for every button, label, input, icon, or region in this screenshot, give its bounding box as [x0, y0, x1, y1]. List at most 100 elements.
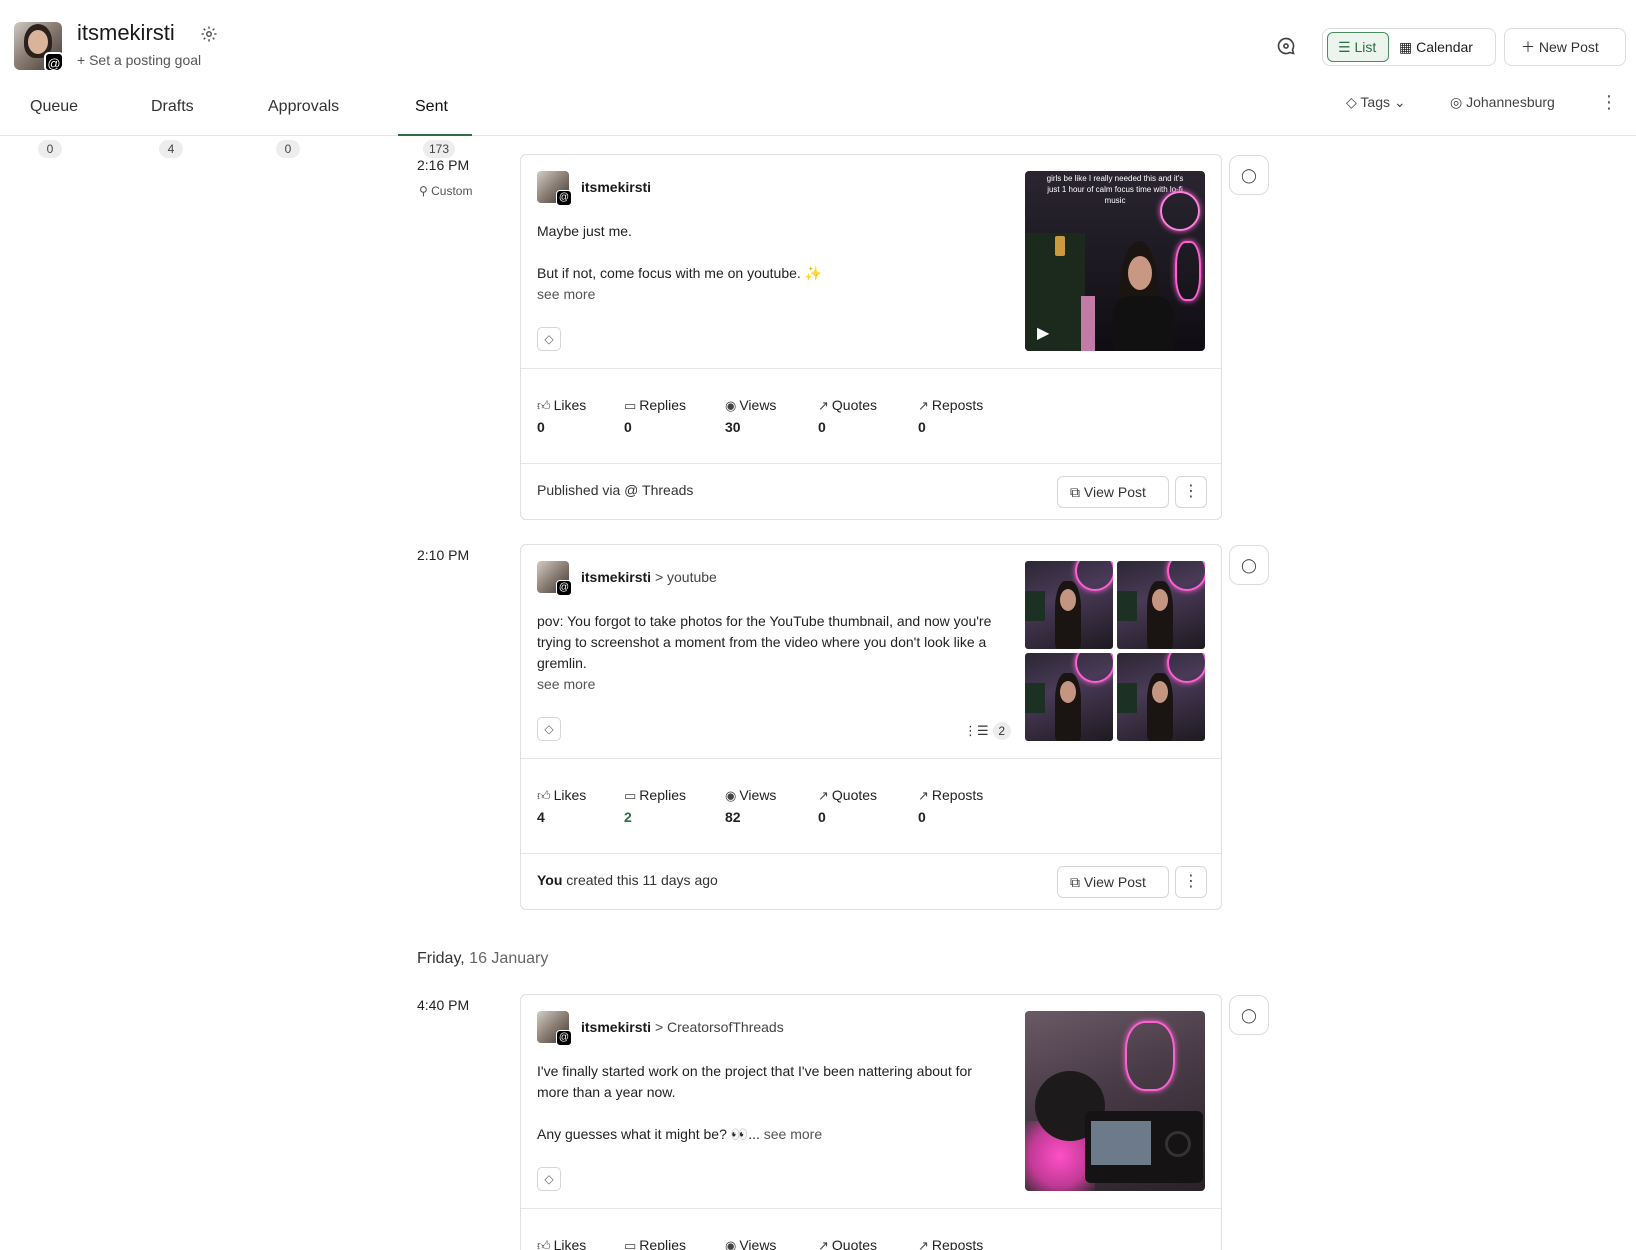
thumbs-up-icon: 👍︎	[537, 398, 551, 413]
see-more-link[interactable]: see more	[537, 674, 997, 695]
see-more-link[interactable]: see more	[537, 284, 997, 305]
tab-count: 0	[276, 140, 300, 158]
list-view-button[interactable]: ☰ List	[1327, 32, 1389, 62]
list-icon: ☰	[1338, 39, 1351, 55]
add-tag-button[interactable]: ◇	[537, 327, 561, 351]
post-menu-button[interactable]: ⋮	[1175, 866, 1207, 898]
plus-icon: ＋	[1521, 39, 1535, 55]
stat-reposts: ↗ Reposts 0	[918, 787, 984, 825]
comment-button[interactable]: ◯	[1229, 995, 1269, 1035]
kebab-icon: ⋮	[1183, 873, 1199, 890]
post-stats: 👍︎ Likes 4 ▭ Replies 2 ◉ Views 82 ↗ Quotes 0 ↗ Re…	[521, 759, 1221, 854]
post-footer-text: You created this 11 days ago	[537, 872, 718, 888]
post-author: itsmekirsti	[581, 179, 652, 195]
reply-icon: ▭	[624, 788, 637, 803]
threads-icon: @	[556, 1030, 572, 1046]
stat-likes: 👍︎ Likes 0	[537, 397, 587, 435]
reply-icon: ▭	[624, 1238, 637, 1250]
post-card: @ itsmekirsti > youtube pov: You forgot …	[520, 544, 1222, 910]
see-more-link[interactable]: see more	[764, 1126, 822, 1142]
post-image[interactable]	[1025, 561, 1113, 649]
view-post-button[interactable]: ⧉ View Post	[1057, 476, 1169, 508]
trending-icon: ↗	[818, 398, 829, 413]
tab-drafts[interactable]: Drafts4	[151, 86, 194, 158]
stat-quotes: ↗ Quotes 0	[818, 787, 878, 825]
set-posting-goal-link[interactable]: + Set a posting goal	[77, 52, 201, 68]
stat-reposts: ↗ Reposts 0	[918, 397, 984, 435]
calendar-view-button[interactable]: ▦ Calendar	[1399, 32, 1473, 62]
calendar-icon: ▦	[1399, 39, 1413, 55]
trending-icon: ↗	[818, 1238, 829, 1250]
globe-icon: ◎	[1450, 94, 1463, 110]
stat-views: ◉ Views	[725, 1237, 776, 1250]
add-tag-button[interactable]: ◇	[537, 717, 561, 741]
stat-reposts: ↗ Reposts	[918, 1237, 983, 1250]
gear-icon[interactable]	[200, 25, 218, 43]
comment-button[interactable]: ◯	[1229, 155, 1269, 195]
stat-quotes: ↗ Quotes	[818, 1237, 877, 1250]
avatar: @	[537, 171, 572, 206]
stat-replies[interactable]: ▭ Replies 2	[624, 787, 686, 825]
post-author: itsmekirsti > CreatorsofThreads	[581, 1019, 784, 1035]
threads-icon: @	[556, 190, 572, 206]
add-tag-button[interactable]: ◇	[537, 1167, 561, 1191]
post-body: pov: You forgot to take photos for the Y…	[537, 611, 997, 695]
post-card: @ itsmekirsti > CreatorsofThreads I've f…	[520, 994, 1222, 1250]
post-image[interactable]	[1117, 561, 1205, 649]
eye-icon: ◉	[725, 1238, 737, 1250]
page-header: @ itsmekirsti + Set a posting goal ☰ Lis…	[0, 0, 1636, 158]
post-body: Maybe just me. But if not, come focus wi…	[537, 221, 997, 305]
post-author: itsmekirsti > youtube	[581, 569, 717, 585]
post-image-grid	[1025, 561, 1205, 741]
post-stats: 👍︎ Likes 0 ▭ Replies 0 ◉ Views 30 ↗ Quotes 0 ↗ Re…	[521, 369, 1221, 464]
post-menu-button[interactable]: ⋮	[1175, 476, 1207, 508]
stat-likes: 👍︎ Likes	[537, 1237, 586, 1250]
account-name: itsmekirsti	[77, 20, 175, 45]
tab-approvals[interactable]: Approvals0	[268, 86, 339, 158]
stat-quotes: ↗ Quotes 0	[818, 397, 878, 435]
stat-likes: 👍︎ Likes 4	[537, 787, 587, 825]
view-post-button[interactable]: ⧉ View Post	[1057, 866, 1169, 898]
post-image[interactable]	[1025, 653, 1113, 741]
tab-sent[interactable]: Sent173	[397, 86, 473, 158]
account-avatar[interactable]: @	[14, 22, 62, 70]
post-image[interactable]	[1025, 1011, 1205, 1191]
play-icon: ▶	[1037, 325, 1050, 342]
view-toggle: ☰ List ▦ Calendar	[1322, 28, 1496, 66]
post-card: @ itsmekirsti Maybe just me. But if not,…	[520, 154, 1222, 520]
day-header: Friday, 16 January	[417, 950, 549, 967]
tab-queue[interactable]: Queue0	[30, 86, 78, 158]
chat-bubble-icon: ◯	[1241, 1007, 1257, 1023]
timezone-button[interactable]: ◎ Johannesburg	[1450, 94, 1555, 111]
post-image[interactable]	[1117, 653, 1205, 741]
external-link-icon: ⧉	[1070, 484, 1080, 500]
chat-bubble-icon[interactable]	[1276, 36, 1302, 62]
threads-icon: @	[624, 482, 639, 498]
thread-icon: ⋮☰	[964, 723, 989, 738]
post-time: 4:40 PM	[417, 997, 470, 1013]
post-time: 2:10 PM	[417, 547, 470, 563]
stat-views: ◉ Views 30	[725, 397, 777, 435]
post-footer-text: Published via @ Threads	[537, 482, 694, 498]
tab-count: 4	[159, 140, 183, 158]
thread-count: ⋮☰ 2	[964, 722, 1011, 740]
chevron-down-icon: ⌄	[1393, 94, 1406, 110]
trending-icon: ↗	[818, 788, 829, 803]
new-post-button[interactable]: ＋ New Post	[1504, 28, 1626, 66]
post-video-thumbnail[interactable]: girls be like I really needed this and i…	[1025, 171, 1205, 351]
stat-views: ◉ Views 82	[725, 787, 777, 825]
tab-count: 0	[38, 140, 62, 158]
chat-bubble-icon: ◯	[1241, 167, 1257, 183]
eye-icon: ◉	[725, 788, 737, 803]
kebab-icon[interactable]: ⋮	[1600, 92, 1618, 113]
tag-icon: ◇	[1346, 94, 1357, 110]
threads-icon: @	[44, 52, 62, 70]
comment-button[interactable]: ◯	[1229, 545, 1269, 585]
kebab-icon: ⋮	[1183, 483, 1199, 500]
tab-count: 173	[423, 140, 456, 158]
avatar: @	[537, 1011, 572, 1046]
tags-filter-button[interactable]: ◇ Tags ⌄	[1346, 94, 1406, 111]
trending-icon: ↗	[918, 398, 929, 413]
schedule-type: ⚲ Custom	[419, 184, 473, 198]
external-link-icon: ⧉	[1070, 874, 1080, 890]
